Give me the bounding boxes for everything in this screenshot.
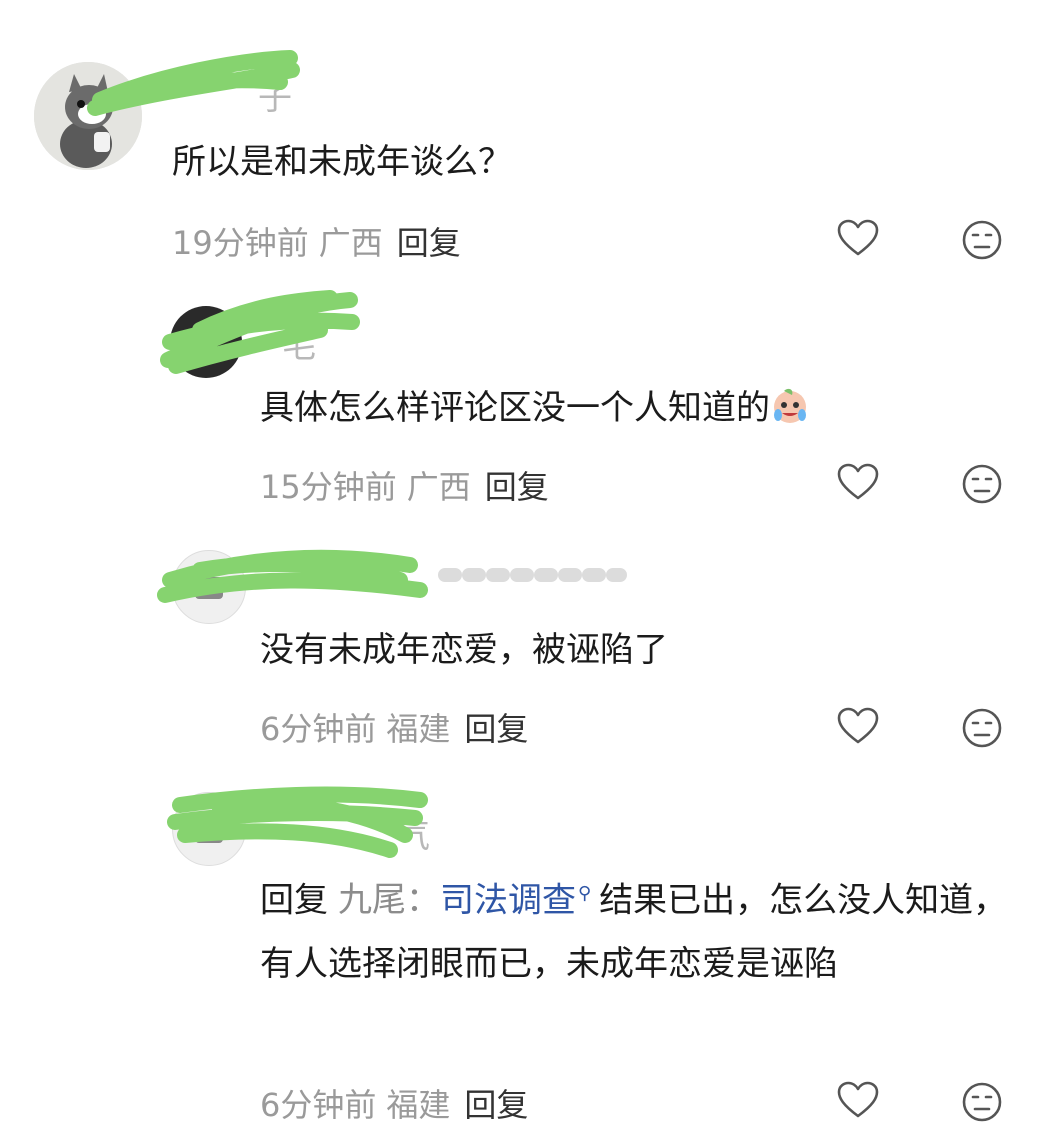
neutral-face-icon bbox=[962, 220, 1002, 260]
camera-avatar-icon bbox=[195, 577, 223, 599]
comment-text: 回复 九尾：司法调查 ⚲ 结果已出，怎么没人知道，有人选择闭眼而已，未成年恋爱是诬陷 bbox=[260, 862, 1020, 996]
region: 福建 bbox=[386, 1086, 451, 1124]
like-button[interactable] bbox=[836, 460, 880, 504]
reply-button[interactable]: 回复 bbox=[464, 1086, 528, 1124]
comment-meta: 19分钟前 广西 回复 bbox=[172, 218, 461, 264]
search-icon[interactable]: ⚲ bbox=[578, 862, 591, 926]
avatar[interactable] bbox=[172, 792, 246, 866]
username[interactable]: 子 bbox=[258, 70, 292, 119]
neutral-face-icon bbox=[962, 1082, 1002, 1122]
crying-face-emoji bbox=[774, 388, 806, 423]
comment-text: 没有未成年恋爱，被诬陷了 bbox=[260, 630, 668, 670]
neutral-face-icon bbox=[962, 708, 1002, 748]
comment-text: 所以是和未成年谈么？ bbox=[172, 142, 512, 182]
heart-outline-icon bbox=[837, 1081, 879, 1118]
dislike-button[interactable] bbox=[960, 462, 1004, 506]
username[interactable]: 毛 bbox=[282, 318, 316, 367]
comment-meta: 15分钟前 广西 回复 bbox=[260, 462, 549, 508]
comment-meta: 6分钟前 福建 回复 bbox=[260, 1080, 528, 1126]
region: 广西 bbox=[406, 468, 471, 506]
heart-outline-icon bbox=[837, 707, 879, 744]
reply-button[interactable]: 回复 bbox=[464, 710, 528, 748]
timestamp: 19分钟前 bbox=[172, 224, 309, 262]
reply-button[interactable]: 回复 bbox=[485, 468, 549, 506]
camera-avatar-icon bbox=[195, 821, 223, 843]
heart-outline-icon bbox=[837, 463, 879, 500]
region: 广西 bbox=[318, 224, 383, 262]
cat-avatar-icon bbox=[34, 62, 142, 170]
avatar[interactable] bbox=[172, 550, 246, 624]
dislike-button[interactable] bbox=[960, 218, 1004, 262]
comment-text: 具体怎么样评论区没一个人知道的 bbox=[260, 376, 810, 440]
reply-prefix: 回复 bbox=[260, 880, 328, 921]
timestamp: 6分钟前 bbox=[260, 710, 377, 748]
like-button[interactable] bbox=[836, 704, 880, 748]
dislike-button[interactable] bbox=[960, 1080, 1004, 1124]
username[interactable]: 气 bbox=[396, 808, 430, 857]
dislike-button[interactable] bbox=[960, 706, 1004, 750]
timestamp: 15分钟前 bbox=[260, 468, 397, 506]
comment-meta: 6分钟前 福建 回复 bbox=[260, 704, 528, 750]
region: 福建 bbox=[386, 710, 451, 748]
heart-outline-icon bbox=[837, 219, 879, 256]
like-button[interactable] bbox=[836, 216, 880, 260]
reply-target-username[interactable]: 九尾： bbox=[338, 880, 440, 920]
neutral-face-icon bbox=[962, 464, 1002, 504]
timestamp: 6分钟前 bbox=[260, 1086, 377, 1124]
avatar[interactable] bbox=[170, 306, 242, 378]
avatar[interactable] bbox=[34, 62, 142, 170]
comment-text-content: 具体怎么样评论区没一个人知道的 bbox=[260, 388, 770, 428]
reply-button[interactable]: 回复 bbox=[397, 224, 461, 262]
like-button[interactable] bbox=[836, 1078, 880, 1122]
topic-link[interactable]: 司法调查 bbox=[440, 880, 576, 920]
